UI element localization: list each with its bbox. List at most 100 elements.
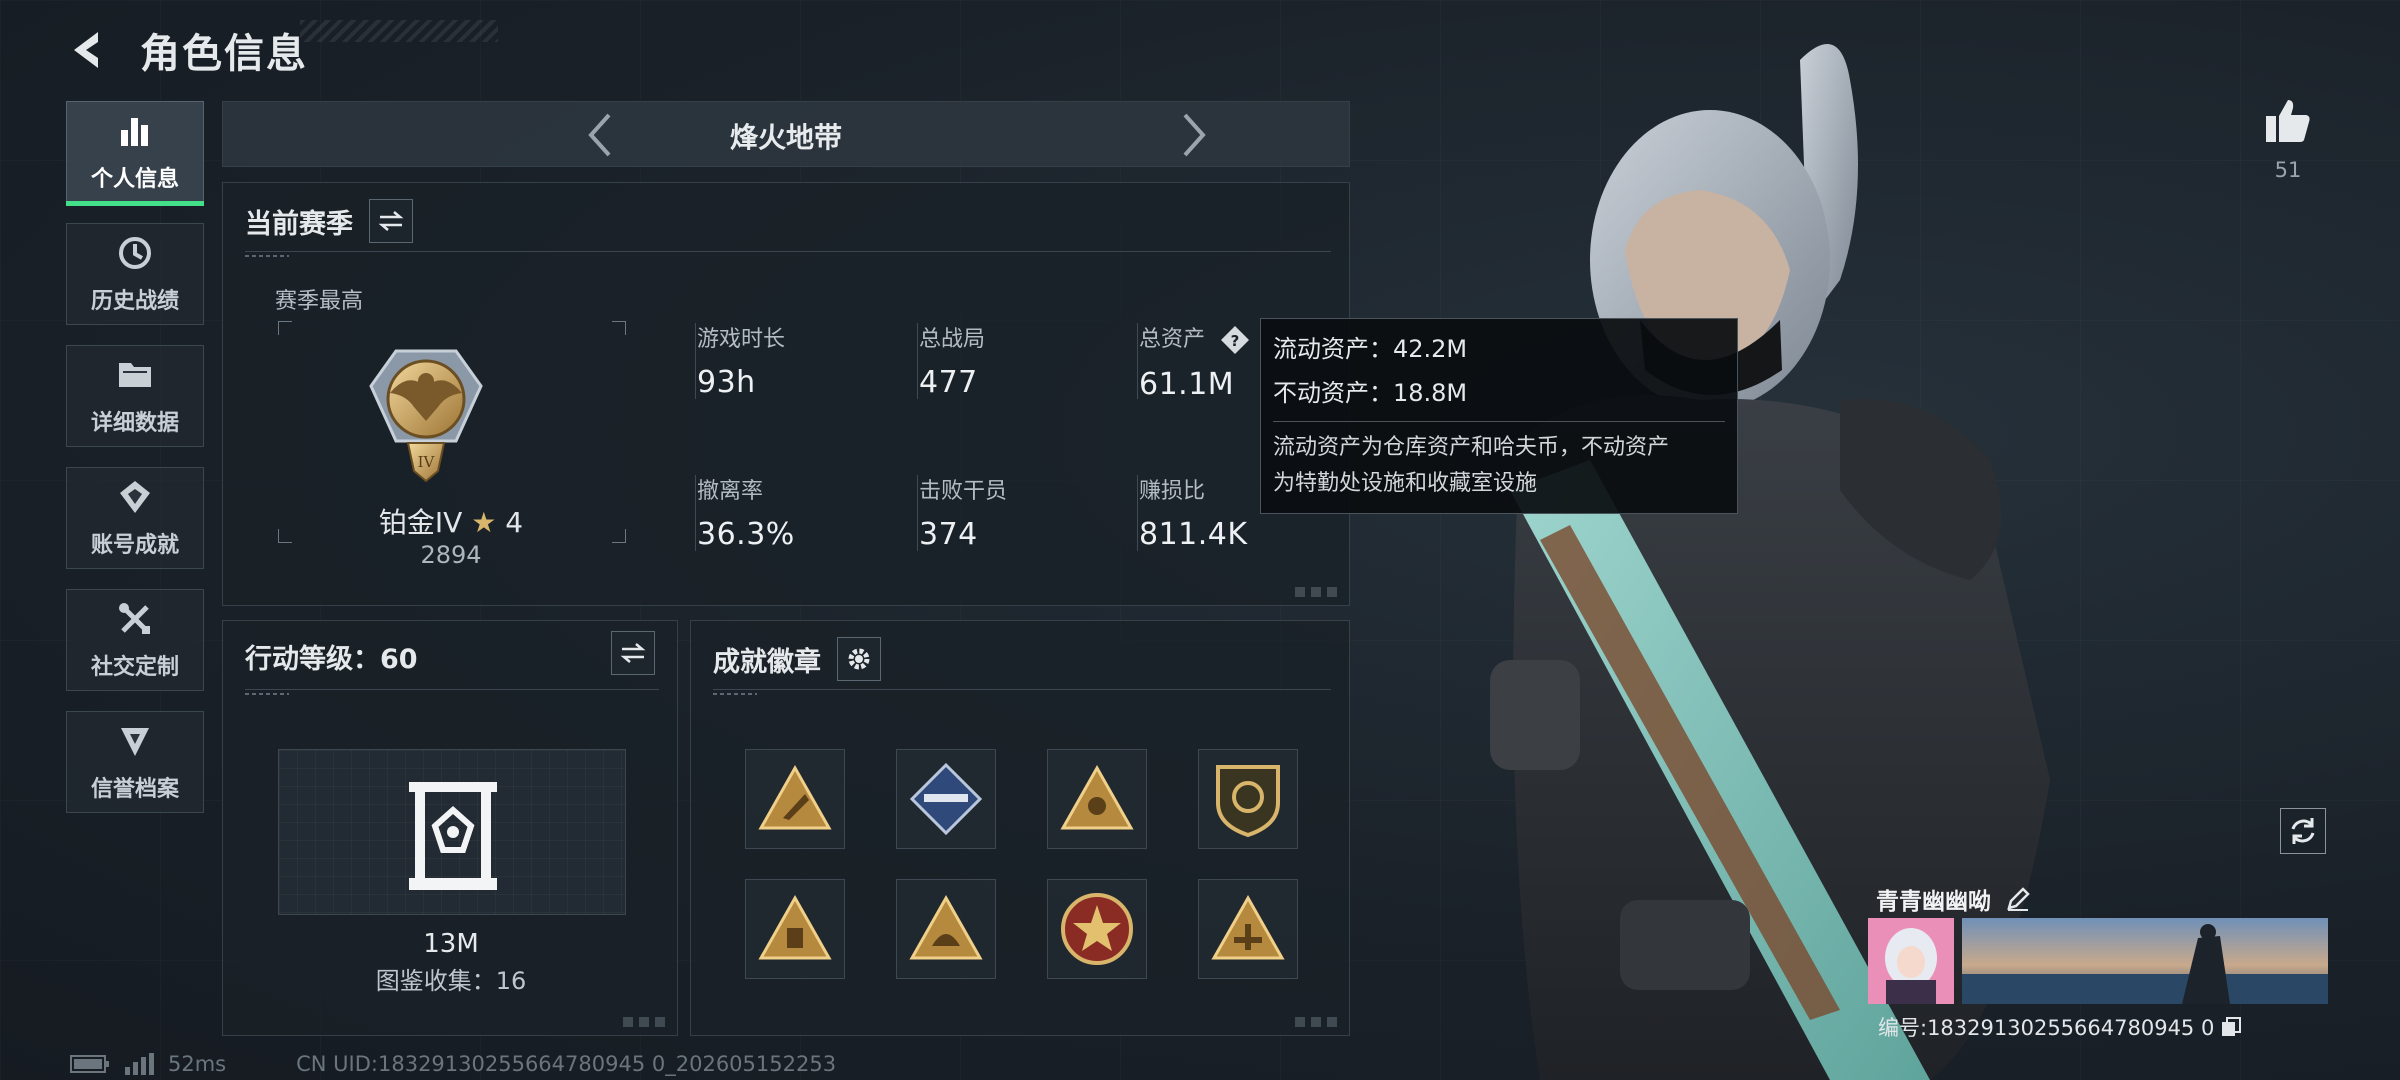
page-title: 角色信息 xyxy=(140,31,308,77)
divider xyxy=(1137,475,1138,551)
avatar[interactable] xyxy=(1868,918,1954,1004)
folder-icon xyxy=(115,355,155,395)
season-panel: 当前赛季 赛季最高 IV 铂金IV ★ 4 2894 游戏时长 93h 总战局 … xyxy=(222,182,1350,606)
divider xyxy=(713,689,1331,695)
stat-extract-rate: 撤离率 36.3% xyxy=(697,473,795,552)
achievement-panel-header: 成就徽章 xyxy=(713,637,881,681)
gear-icon xyxy=(848,648,870,670)
achievement-badge[interactable] xyxy=(1047,749,1147,849)
player-name-row: 青青幽幽呦 xyxy=(1876,882,2031,916)
triangle-badge-icon xyxy=(758,894,832,960)
collection-display[interactable] xyxy=(278,749,626,915)
action-level-panel: 行动等级：60 13M 图鉴收集：16 xyxy=(222,620,678,1036)
panel-decoration xyxy=(623,1017,667,1027)
stat-label: 撤离率 xyxy=(697,479,764,504)
credit-icon xyxy=(115,721,155,761)
stat-total-matches: 总战局 477 xyxy=(919,321,985,400)
achievement-badge[interactable] xyxy=(896,879,996,979)
thumbs-up-icon xyxy=(2266,100,2310,142)
copy-icon[interactable] xyxy=(2220,1016,2242,1038)
title-decoration xyxy=(300,20,498,42)
svg-text:IV: IV xyxy=(418,453,436,471)
stat-value: 374 xyxy=(919,517,978,552)
achievement-settings-button[interactable] xyxy=(837,637,881,681)
stat-label: 游戏时长 xyxy=(697,327,786,352)
divider xyxy=(695,323,696,399)
stat-value: 61.1M xyxy=(1139,367,1235,402)
like-button[interactable]: 51 xyxy=(2262,98,2314,182)
season-switch-button[interactable] xyxy=(369,199,413,243)
stat-profit-ratio: 赚损比 811.4K xyxy=(1139,473,1248,552)
tooltip-fixed-assets: 不动资产：18.8M xyxy=(1273,379,1468,407)
assets-tooltip: 流动资产：42.2M 不动资产：18.8M 流动资产为仓库资产和哈夫币，不动资产… xyxy=(1260,318,1738,514)
achievement-badge[interactable] xyxy=(1047,879,1147,979)
panel-decoration xyxy=(1295,1017,1339,1027)
divider xyxy=(1273,421,1725,422)
achievement-badge[interactable] xyxy=(896,749,996,849)
divider xyxy=(245,689,659,695)
player-id: 编号:18329130255664780945 0 xyxy=(1878,1016,2215,1040)
mode-next-button[interactable] xyxy=(1169,110,1219,160)
bar-chart-icon xyxy=(115,111,155,151)
tooltip-liquid-assets: 流动资产：42.2M xyxy=(1273,335,1468,363)
achievement-badge[interactable] xyxy=(745,749,845,849)
edit-icon[interactable] xyxy=(2005,886,2031,912)
sidebar-item-achievements[interactable]: 账号成就 xyxy=(66,467,204,569)
achievement-badge[interactable] xyxy=(745,879,845,979)
achievement-title: 成就徽章 xyxy=(713,646,821,678)
achievement-badge[interactable] xyxy=(1198,749,1298,849)
season-best-label: 赛季最高 xyxy=(275,289,364,314)
collection-case-icon xyxy=(409,782,497,890)
sidebar-item-label: 详细数据 xyxy=(90,411,179,436)
sidebar-item-history[interactable]: 历史战绩 xyxy=(66,223,204,325)
tools-icon xyxy=(115,599,155,639)
achievement-badge[interactable] xyxy=(1198,879,1298,979)
stat-total-assets: 总资产 ? 61.1M xyxy=(1139,321,1250,402)
tooltip-description-2: 为特勤处设施和收藏室设施 xyxy=(1273,471,1538,496)
stat-value: 477 xyxy=(919,365,978,400)
collection-value: 13M xyxy=(423,929,479,959)
profile-banner[interactable] xyxy=(1962,918,2328,1004)
signal-icon xyxy=(125,1053,154,1075)
collection-count: 图鉴收集：16 xyxy=(375,967,527,995)
rank-badge-icon: IV xyxy=(369,349,483,483)
sidebar-item-detailed-data[interactable]: 详细数据 xyxy=(66,345,204,447)
sidebar: 个人信息 历史战绩 详细数据 账号成就 社交定制 信誉档案 xyxy=(66,101,204,833)
sidebar-item-personal-info[interactable]: 个人信息 xyxy=(66,101,204,206)
diamond-badge-icon xyxy=(909,762,983,836)
refresh-button[interactable] xyxy=(2280,808,2326,854)
help-icon[interactable]: ? xyxy=(1220,325,1250,355)
swap-icon xyxy=(620,643,646,663)
uid-text: CN UID:18329130255664780945 0_2026051522… xyxy=(296,1052,837,1076)
rank-stars: 4 xyxy=(505,506,524,539)
stat-value: 36.3% xyxy=(697,517,795,552)
refresh-icon xyxy=(2291,818,2315,844)
back-arrow-icon xyxy=(74,32,98,68)
divider xyxy=(695,475,696,551)
sidebar-item-label: 历史战绩 xyxy=(90,289,179,314)
rank-score: 2894 xyxy=(420,541,482,569)
battery-icon xyxy=(70,1055,109,1073)
sidebar-item-label: 账号成就 xyxy=(90,533,179,558)
swap-icon xyxy=(378,211,404,231)
stat-label: 击败干员 xyxy=(919,479,1008,504)
level-title: 行动等级：60 xyxy=(245,644,418,675)
triangle-badge-icon xyxy=(1060,764,1134,830)
season-title: 当前赛季 xyxy=(245,208,353,240)
back-button[interactable] xyxy=(62,24,114,76)
stat-value: 93h xyxy=(697,365,756,400)
star-emblem-badge-icon xyxy=(1061,893,1133,965)
status-bar: 52ms CN UID:18329130255664780945 0_20260… xyxy=(70,1052,836,1076)
achievement-icon xyxy=(115,477,155,517)
like-count: 51 xyxy=(2274,158,2302,182)
level-panel-header: 行动等级：60 xyxy=(245,637,418,676)
triangle-badge-icon xyxy=(758,764,832,830)
sidebar-item-credit-record[interactable]: 信誉档案 xyxy=(66,711,204,813)
season-panel-header: 当前赛季 xyxy=(245,199,413,243)
level-switch-button[interactable] xyxy=(611,631,655,675)
stat-label: 总资产 xyxy=(1139,327,1206,352)
header: 角色信息 xyxy=(62,18,308,82)
triangle-badge-icon xyxy=(1211,894,1285,960)
player-id-row: 编号:18329130255664780945 0 xyxy=(1878,1012,2242,1042)
sidebar-item-social-custom[interactable]: 社交定制 xyxy=(66,589,204,691)
